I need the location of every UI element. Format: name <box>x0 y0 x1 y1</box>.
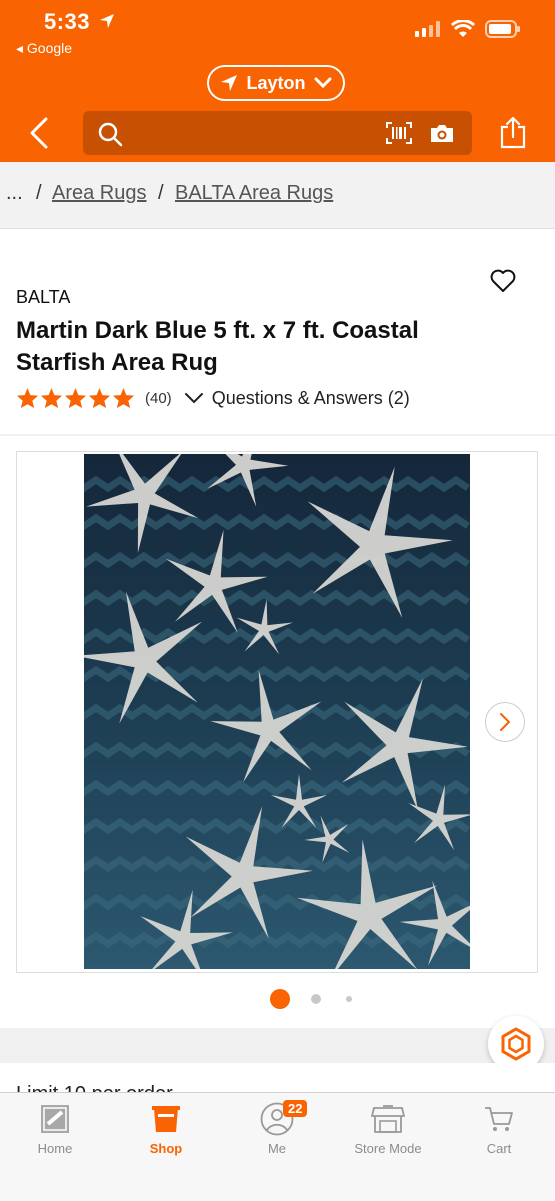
review-count[interactable]: (40) <box>145 390 172 407</box>
chevron-down-icon <box>314 77 331 89</box>
location-arrow-icon <box>221 75 238 91</box>
next-image-button[interactable] <box>485 702 525 742</box>
status-time: 5:33 <box>44 9 91 34</box>
tab-label: Shop <box>149 1141 183 1156</box>
tab-label: Store Mode <box>354 1141 422 1156</box>
bucket-icon <box>152 1106 180 1132</box>
breadcrumb-separator: / <box>36 182 42 204</box>
tab-me[interactable]: Me <box>227 1102 327 1156</box>
chevron-down-icon[interactable] <box>184 391 204 405</box>
location-services-icon <box>100 14 114 28</box>
product-title: Martin Dark Blue 5 ft. x 7 ft. Coastal S… <box>16 317 419 376</box>
cart-icon <box>485 1107 513 1131</box>
wifi-icon <box>451 20 475 37</box>
product-image-rug[interactable] <box>84 454 470 969</box>
signal-icon <box>415 21 440 37</box>
questions-answers-link[interactable]: Questions & Answers (2) <box>212 388 410 409</box>
tab-label: Home <box>37 1141 73 1156</box>
tab-label: Cart <box>486 1141 512 1156</box>
store-selector[interactable]: Layton <box>207 65 345 101</box>
chevron-right-icon <box>500 713 511 731</box>
breadcrumb-ellipsis[interactable]: ... <box>6 182 23 205</box>
star-icon <box>88 387 111 409</box>
storefront-icon <box>371 1105 405 1133</box>
pagination-dot[interactable] <box>346 996 352 1002</box>
back-arrow-icon[interactable] <box>26 116 56 150</box>
camera-icon[interactable] <box>429 122 455 144</box>
star-icon <box>112 387 135 409</box>
bottom-tab-bar: Home Shop Me Store Mode Cart <box>0 1092 555 1201</box>
rating-stars[interactable] <box>16 387 135 409</box>
breadcrumb-separator: / <box>158 182 164 204</box>
share-icon[interactable] <box>500 115 526 149</box>
gallery-pagination <box>0 989 555 1009</box>
search-input[interactable] <box>83 111 472 155</box>
tab-shop[interactable]: Shop <box>116 1103 216 1156</box>
breadcrumb-balta-area-rugs[interactable]: BALTA Area Rugs <box>175 182 333 205</box>
search-icon <box>98 122 123 147</box>
rating-row: (40) Questions & Answers (2) <box>16 386 410 410</box>
status-icons <box>415 20 521 38</box>
battery-icon <box>485 20 520 38</box>
notification-badge: 22 <box>283 1100 308 1117</box>
tab-label: Me <box>267 1141 287 1156</box>
star-icon <box>16 387 39 409</box>
home-depot-logo-icon <box>41 1105 69 1133</box>
star-icon <box>40 387 63 409</box>
breadcrumb: ... / Area Rugs / BALTA Area Rugs <box>0 162 555 229</box>
product-info: BALTA Martin Dark Blue 5 ft. x 7 ft. Coa… <box>0 229 555 434</box>
hexagon-logo-icon <box>501 1027 531 1061</box>
store-name: Layton <box>246 72 306 93</box>
product-brand[interactable]: BALTA <box>16 287 70 308</box>
pagination-dot-active[interactable] <box>270 989 290 1009</box>
breadcrumb-area-rugs[interactable]: Area Rugs <box>52 182 147 205</box>
app-header: 5:33 ◂ Google Layton <box>0 0 555 162</box>
pagination-dot[interactable] <box>311 994 321 1004</box>
back-to-google-link[interactable]: ◂ Google <box>16 40 72 57</box>
tab-store-mode[interactable]: Store Mode <box>338 1103 438 1156</box>
star-icon <box>64 387 87 409</box>
barcode-scanner-icon[interactable] <box>385 121 413 145</box>
favorite-heart-icon[interactable] <box>490 269 516 293</box>
tab-cart[interactable]: Cart <box>449 1103 549 1156</box>
tab-home[interactable]: Home <box>5 1103 105 1156</box>
